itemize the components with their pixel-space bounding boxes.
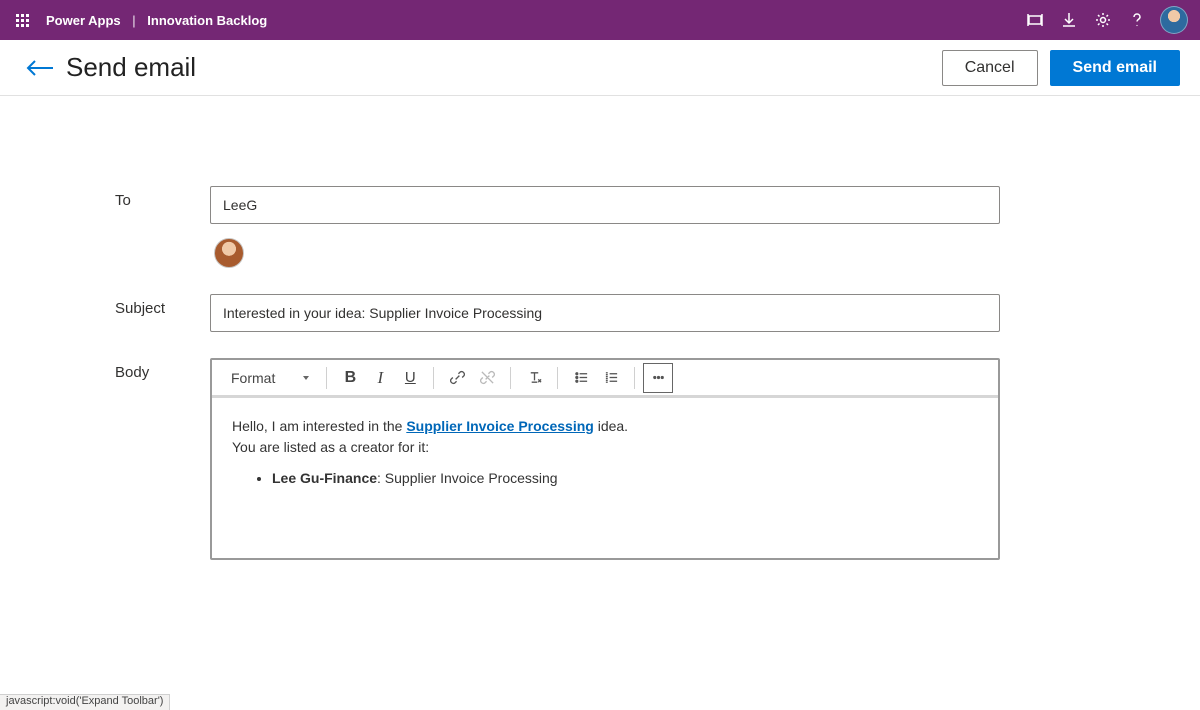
format-dropdown[interactable]: Format [222, 363, 318, 393]
more-button[interactable] [643, 363, 673, 393]
italic-button[interactable]: I [365, 363, 395, 393]
body-link[interactable]: Supplier Invoice Processing [406, 418, 594, 434]
body-bullet: Lee Gu-Finance: Supplier Invoice Process… [272, 468, 978, 489]
waffle-icon[interactable] [6, 4, 38, 36]
body-text-prefix: Hello, I am interested in the [232, 418, 406, 434]
format-dropdown-label: Format [231, 370, 275, 386]
top-bar: Power Apps | Innovation Backlog [0, 0, 1200, 40]
page-header: Send email Cancel Send email [0, 40, 1200, 96]
to-row: To [115, 186, 1000, 268]
to-input[interactable] [210, 186, 1000, 224]
environment-name[interactable]: Innovation Backlog [147, 13, 267, 28]
rte-toolbar: Format B I U [212, 360, 998, 398]
to-label: To [115, 186, 210, 209]
body-text-suffix: idea. [594, 418, 628, 434]
subject-input[interactable] [210, 294, 1000, 332]
send-email-button[interactable]: Send email [1050, 50, 1180, 86]
subject-row: Subject [115, 294, 1000, 332]
clear-formatting-button[interactable] [519, 363, 549, 393]
rte-content[interactable]: Hello, I am interested in the Supplier I… [212, 398, 998, 558]
page-title: Send email [66, 52, 196, 83]
body-line2: You are listed as a creator for it: [232, 437, 978, 458]
bullet-rest: : Supplier Invoice Processing [377, 470, 558, 486]
chevron-down-icon [303, 376, 309, 380]
user-avatar[interactable] [1160, 6, 1188, 34]
status-bar: javascript:void('Expand Toolbar') [0, 694, 170, 710]
cancel-button[interactable]: Cancel [942, 50, 1038, 86]
body-label: Body [115, 358, 210, 381]
rich-text-editor: Format B I U [210, 358, 1000, 560]
numbered-list-button[interactable] [596, 363, 626, 393]
settings-icon[interactable] [1086, 0, 1120, 40]
email-form: To Subject Body Format B [0, 96, 1200, 560]
bold-button[interactable]: B [335, 363, 365, 393]
download-icon[interactable] [1052, 0, 1086, 40]
unlink-button [472, 363, 502, 393]
subject-label: Subject [115, 294, 210, 317]
underline-button[interactable]: U [395, 363, 425, 393]
brand-separator: | [132, 13, 135, 28]
back-arrow-icon[interactable] [20, 57, 60, 79]
link-button[interactable] [442, 363, 472, 393]
body-row: Body Format B I U [115, 358, 1000, 560]
brand-area: Power Apps | Innovation Backlog [46, 13, 267, 28]
bullet-bold: Lee Gu-Finance [272, 470, 377, 486]
bullet-list-button[interactable] [566, 363, 596, 393]
fit-icon[interactable] [1018, 0, 1052, 40]
app-name[interactable]: Power Apps [46, 13, 121, 28]
help-icon[interactable] [1120, 0, 1154, 40]
recipient-avatar[interactable] [214, 238, 244, 268]
